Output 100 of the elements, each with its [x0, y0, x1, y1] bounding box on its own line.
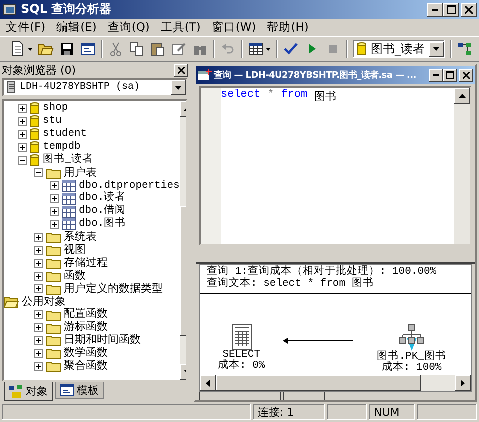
query-window-title: 查询 — LDH-4U278YBSHTP.图书_读者.sa — ... — [214, 69, 418, 82]
tree-item-label[interactable]: 视图 — [64, 244, 86, 256]
table-icon — [62, 192, 76, 205]
database-dropdown[interactable]: 图书_读者 — [353, 40, 445, 58]
expander-toggle[interactable] — [34, 168, 43, 178]
dropdown-caret-icon[interactable] — [28, 48, 33, 50]
expander-toggle[interactable] — [18, 104, 27, 113]
script-icon[interactable] — [80, 41, 96, 57]
menu-item[interactable]: 编辑(E) — [56, 20, 97, 35]
tree-item-label[interactable]: 系统表 — [64, 231, 97, 244]
database-icon — [30, 154, 40, 167]
expander-toggle[interactable] — [34, 323, 43, 332]
dropdown-caret-icon[interactable] — [266, 48, 271, 50]
menu-item[interactable]: 帮助(H) — [267, 20, 309, 35]
right-arrow-icon — [461, 380, 465, 386]
panel-tab[interactable]: 模板 — [55, 382, 104, 399]
menu-item[interactable]: 窗口(W) — [212, 20, 256, 35]
results-tab[interactable] — [283, 392, 325, 400]
cut-icon[interactable] — [108, 41, 124, 57]
expander-toggle[interactable] — [50, 194, 59, 204]
close-button[interactable] — [461, 2, 477, 16]
expander-toggle[interactable] — [34, 246, 43, 255]
server-dropdown[interactable]: LDH-4U278YBSHTP (sa) — [2, 78, 188, 97]
menu-item[interactable]: 文件(F) — [6, 20, 46, 35]
tree-item-label[interactable]: 数学函数 — [64, 347, 108, 360]
app-icon — [3, 2, 17, 16]
panel-tab[interactable]: 对象 — [4, 382, 53, 401]
expander-toggle[interactable] — [34, 258, 43, 268]
tree-item-label[interactable]: 配置函数 — [64, 308, 108, 321]
scroll-left-button[interactable] — [200, 375, 216, 391]
tree-item-label[interactable]: 公用对象 — [22, 296, 66, 308]
folder-icon — [46, 282, 61, 295]
copy-icon[interactable] — [129, 41, 145, 57]
folder-icon — [46, 257, 61, 270]
dropdown-button[interactable] — [429, 42, 444, 56]
edit-icon[interactable] — [171, 41, 187, 57]
expander-toggle[interactable] — [34, 272, 43, 281]
table-icon — [62, 180, 76, 192]
close-button[interactable] — [459, 68, 473, 82]
tree-item-label[interactable]: 函数 — [64, 270, 86, 282]
folder-icon — [46, 244, 61, 256]
expander-toggle[interactable] — [34, 310, 43, 320]
minimize-button[interactable] — [429, 68, 443, 82]
tree-item-label[interactable]: 游标函数 — [64, 321, 108, 334]
expander-toggle[interactable] — [18, 116, 27, 126]
expander-toggle[interactable] — [18, 156, 27, 164]
scroll-right-button[interactable] — [455, 375, 471, 391]
expander-toggle[interactable] — [18, 130, 27, 139]
close-icon — [178, 66, 184, 74]
tree-item-label[interactable]: student — [43, 128, 88, 140]
expander-toggle[interactable] — [18, 142, 27, 152]
expander-toggle[interactable] — [34, 362, 43, 371]
close-button[interactable] — [174, 64, 188, 76]
dropdown-button[interactable] — [171, 80, 186, 95]
maximize-button[interactable] — [443, 68, 457, 82]
table-icon — [62, 206, 76, 218]
tree-item-label[interactable]: shop — [43, 102, 68, 115]
tree-item-label[interactable]: 存储过程 — [64, 256, 108, 270]
save-icon[interactable] — [59, 41, 75, 57]
plan-node-cost: 成本: 100% — [382, 363, 442, 374]
folder-icon — [46, 308, 61, 321]
tree-item-label[interactable]: dbo.借阅 — [79, 205, 126, 218]
tree-item-label[interactable]: 图书_读者 — [43, 154, 94, 166]
result-grid-icon — [232, 324, 252, 350]
tree-item-label[interactable]: 聚合函数 — [64, 360, 108, 372]
folder-icon — [46, 166, 61, 179]
tree-item-label[interactable]: stu — [43, 115, 62, 128]
menu-item[interactable]: 查询(Q) — [108, 20, 150, 35]
tree-item-label[interactable]: 日期和时间函数 — [64, 334, 141, 347]
expander-toggle[interactable] — [50, 181, 59, 190]
tree-item-label[interactable]: tempdb — [43, 140, 81, 154]
panel-title: 对象浏览器 (0) — [2, 62, 76, 78]
expander-toggle[interactable] — [34, 284, 43, 294]
server-icon — [7, 81, 16, 94]
tree-item-label[interactable]: dbo.dtproperties — [79, 180, 180, 192]
tree-item-label[interactable]: dbo.图书 — [79, 218, 126, 231]
expander-toggle[interactable] — [50, 207, 59, 216]
open-folder-icon[interactable] — [4, 296, 19, 308]
grid-icon[interactable] — [248, 41, 264, 57]
results-tab[interactable] — [199, 392, 281, 400]
object-browser-icon[interactable] — [457, 41, 473, 57]
maximize-button[interactable] — [443, 2, 459, 16]
expander-toggle[interactable] — [50, 220, 59, 229]
menu-item[interactable]: 工具(T) — [160, 20, 201, 35]
tree-item-label[interactable]: dbo.读者 — [79, 192, 126, 205]
folder-icon — [46, 231, 61, 244]
minimize-button[interactable] — [427, 2, 443, 16]
tree-item-label[interactable]: 用户表 — [64, 166, 97, 180]
expander-toggle[interactable] — [34, 336, 43, 345]
database-icon — [30, 102, 40, 115]
expander-toggle[interactable] — [34, 232, 43, 242]
minimize-icon — [432, 8, 438, 10]
database-icon — [357, 42, 367, 56]
expander-toggle[interactable] — [34, 348, 43, 358]
status-panel — [417, 404, 477, 420]
paste-icon[interactable] — [150, 41, 166, 57]
check-icon[interactable] — [283, 41, 299, 57]
folder-icon — [46, 334, 61, 346]
tree-item-label[interactable]: 用户定义的数据类型 — [64, 282, 163, 296]
new-file-icon[interactable] — [10, 41, 26, 57]
